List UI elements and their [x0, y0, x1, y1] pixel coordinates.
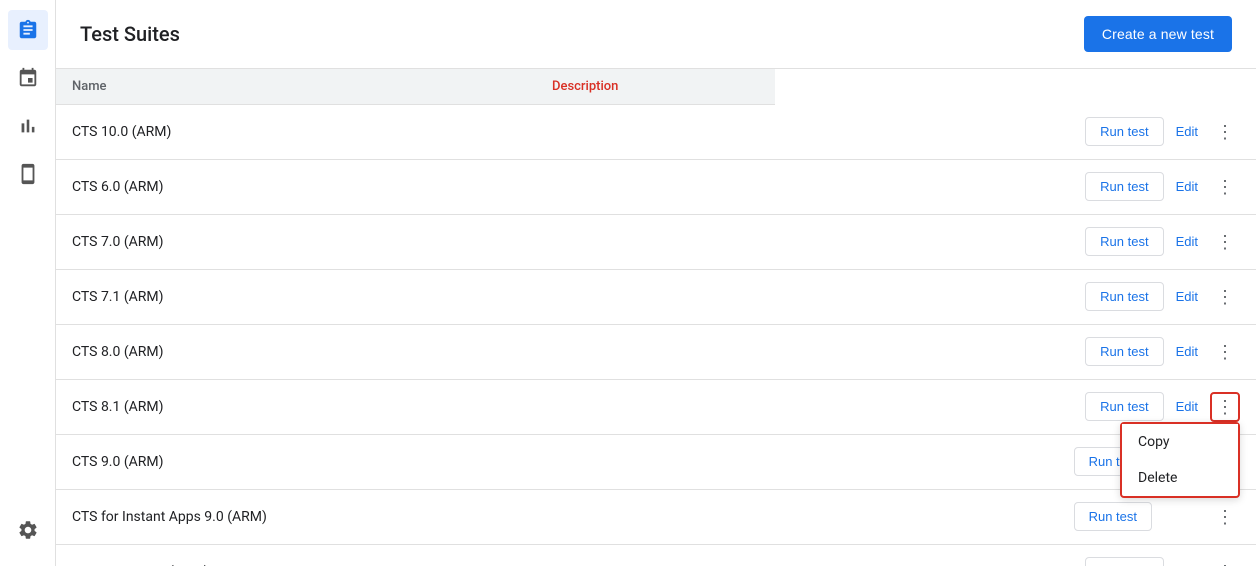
cell-name: CTS 8.1 (ARM) [56, 379, 536, 434]
cell-actions: Run testEdit⋮ [775, 159, 1256, 214]
create-new-test-button[interactable]: Create a new test [1084, 16, 1232, 52]
run-test-button[interactable]: Run test [1085, 117, 1163, 146]
test-suites-table: Name Description CTS 10.0 (ARM)Run testE… [56, 69, 1256, 566]
cell-description [536, 544, 775, 566]
table-row: CTS 6.0 (ARM) Run testEdit⋮ [56, 159, 1256, 214]
run-test-button[interactable]: Run test [1074, 502, 1152, 531]
sidebar [0, 0, 56, 566]
table-row: CTS 7.0 (ARM) Run testEdit⋮ [56, 214, 1256, 269]
page-title: Test Suites [80, 22, 180, 46]
edit-button[interactable]: Edit [1168, 228, 1206, 255]
more-options-dropdown[interactable]: ⋮CopyDelete [1210, 392, 1240, 422]
run-test-button[interactable]: Run test [1085, 282, 1163, 311]
cell-name: CTS 8.0 (ARM) [56, 324, 536, 379]
sidebar-item-schedules[interactable] [8, 58, 48, 98]
column-header-name: Name [56, 69, 536, 105]
cell-name: CTS 10.0 (ARM) [56, 105, 536, 160]
settings-icon [17, 519, 39, 541]
more-options-button[interactable]: ⋮ [1210, 282, 1240, 312]
main-content: Test Suites Create a new test Name Descr… [56, 0, 1256, 566]
cell-actions: Run testEdit⋮ [775, 324, 1256, 379]
sidebar-item-results[interactable] [8, 106, 48, 146]
cell-description [536, 159, 775, 214]
cell-name: CTS-on-GSI 9.0 (ARM) [56, 544, 536, 566]
cell-name: CTS 7.1 (ARM) [56, 269, 536, 324]
clipboard-icon [17, 19, 39, 41]
sidebar-item-devices[interactable] [8, 154, 48, 194]
run-test-button[interactable]: Run test [1085, 392, 1163, 421]
calendar-icon [17, 67, 39, 89]
sidebar-item-test-suites[interactable] [8, 10, 48, 50]
cell-name: CTS 9.0 (ARM) [56, 434, 536, 489]
edit-button[interactable]: Edit [1168, 283, 1206, 310]
cell-description [536, 214, 775, 269]
cell-description [536, 434, 775, 489]
run-test-button[interactable]: Run test [1085, 227, 1163, 256]
sidebar-item-settings[interactable] [8, 510, 48, 550]
cell-name: CTS 7.0 (ARM) [56, 214, 536, 269]
more-options-button[interactable]: ⋮ [1210, 337, 1240, 367]
test-suites-table-container: Name Description CTS 10.0 (ARM)Run testE… [56, 69, 1256, 566]
table-row: CTS 8.0 (ARM) Run testEdit⋮ [56, 324, 1256, 379]
context-menu-copy[interactable]: Copy [1122, 424, 1238, 460]
run-test-button[interactable]: Run test [1085, 337, 1163, 366]
context-menu-delete[interactable]: Delete [1122, 460, 1238, 496]
edit-button[interactable]: Edit [1168, 558, 1206, 566]
more-options-button[interactable]: ⋮ [1210, 557, 1240, 566]
table-row: CTS for Instant Apps 9.0 (ARM) Run test ⋮ [56, 489, 1256, 544]
run-test-button[interactable]: Run test [1085, 172, 1163, 201]
cell-actions: Run test Edit ⋮ [775, 544, 1256, 566]
cell-description [536, 105, 775, 160]
table-header-row: Name Description [56, 69, 1256, 105]
cell-description [536, 379, 775, 434]
table-row: CTS-on-GSI 9.0 (ARM) Run test Edit ⋮ [56, 544, 1256, 566]
more-options-button[interactable]: ⋮ [1210, 392, 1240, 422]
cell-actions: Run testEdit⋮ [775, 269, 1256, 324]
column-header-description: Description [536, 69, 775, 105]
edit-button[interactable]: Edit [1168, 393, 1206, 420]
context-menu: CopyDelete [1120, 422, 1240, 498]
more-options-button[interactable]: ⋮ [1210, 117, 1240, 147]
cell-name: CTS 6.0 (ARM) [56, 159, 536, 214]
table-row: CTS 8.1 (ARM) Run testEdit⋮CopyDelete [56, 379, 1256, 434]
cell-description [536, 269, 775, 324]
cell-name: CTS for Instant Apps 9.0 (ARM) [56, 489, 536, 544]
more-options-button[interactable]: ⋮ [1210, 172, 1240, 202]
run-test-button[interactable]: Run test [1085, 557, 1163, 566]
table-row: CTS 7.1 (ARM) Run testEdit⋮ [56, 269, 1256, 324]
cell-actions: Run testEdit⋮CopyDelete [775, 379, 1256, 434]
table-row: CTS 10.0 (ARM) Run testEdit⋮ [56, 105, 1256, 160]
cell-description [536, 324, 775, 379]
edit-button[interactable]: Edit [1168, 118, 1206, 145]
cell-actions: Run testEdit⋮ [775, 214, 1256, 269]
page-header: Test Suites Create a new test [56, 0, 1256, 69]
more-options-button[interactable]: ⋮ [1210, 227, 1240, 257]
edit-button[interactable]: Edit [1168, 173, 1206, 200]
table-row: CTS 9.0 (ARM)Run test⋮ [56, 434, 1256, 489]
device-icon [17, 163, 39, 185]
edit-button[interactable]: Edit [1168, 338, 1206, 365]
bar-chart-icon [17, 115, 39, 137]
more-options-button[interactable]: ⋮ [1210, 502, 1240, 532]
cell-actions: Run testEdit⋮ [775, 105, 1256, 160]
cell-description [536, 489, 775, 544]
